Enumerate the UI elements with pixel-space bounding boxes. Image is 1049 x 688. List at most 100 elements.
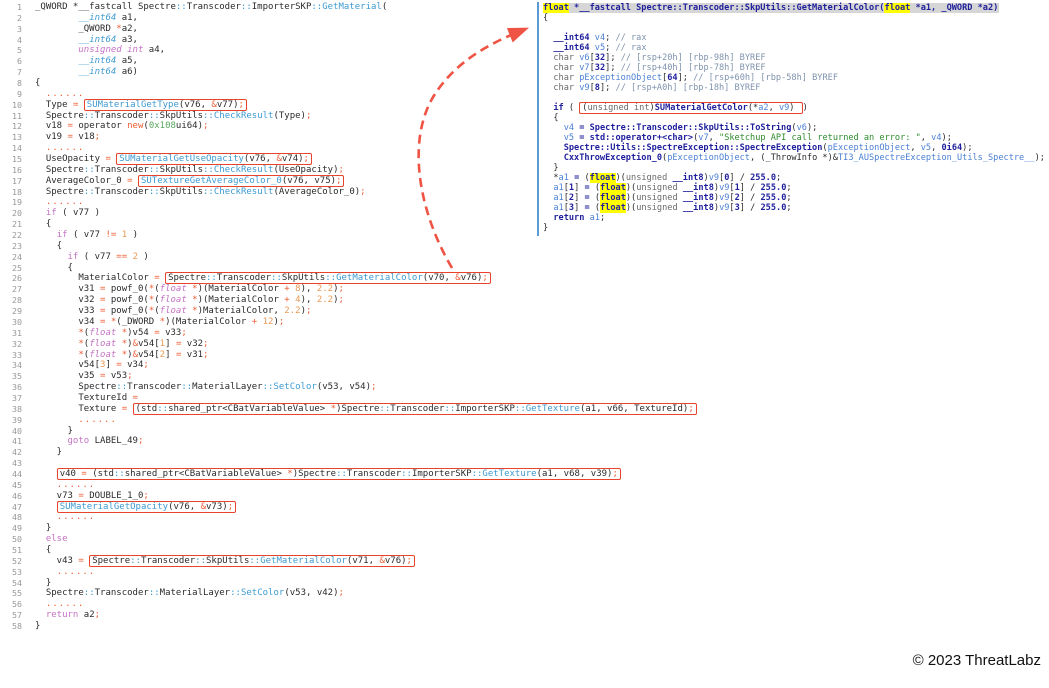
- code-token: GetTexture: [482, 469, 536, 479]
- code-token: ,: [709, 133, 719, 143]
- code-token: TI3_AUSpectreException_Utils_Spectre__: [838, 153, 1035, 163]
- code-line: Spectre::Utils::SpectreException::Spectr…: [543, 143, 1049, 153]
- code-text: Spectre::Transcoder::MaterialLayer::SetC…: [35, 382, 376, 393]
- code-token: v31: [181, 350, 203, 360]
- code-token: float: [543, 3, 569, 13]
- code-token: [35, 252, 68, 262]
- code-token: ;: [360, 187, 365, 197]
- code-text: TextureId =: [35, 393, 143, 404]
- code-token: a1: [553, 193, 563, 203]
- code-token: ::: [472, 469, 483, 479]
- code-token: [35, 143, 46, 153]
- code-token: else: [46, 534, 68, 544]
- code-token: float: [89, 350, 116, 360]
- code-token: [543, 183, 553, 193]
- code-token: LABEL_49: [89, 436, 138, 446]
- code-token: [35, 610, 46, 620]
- code-token: Spectre: [168, 273, 206, 283]
- code-token: SkpUtils: [160, 187, 203, 197]
- code-token: [543, 33, 553, 43]
- code-token: (v53, v42): [284, 588, 338, 598]
- code-token: ::: [241, 2, 252, 12]
- code-token: ];: [678, 73, 694, 83]
- code-token: ,: [921, 133, 931, 143]
- code-token: _QWORD *__fastcall Spectre: [35, 2, 176, 12]
- code-token: (: [590, 203, 600, 213]
- code-token: ;: [339, 165, 344, 175]
- code-token: ]: [574, 183, 584, 193]
- code-text: __int64 a1,: [35, 13, 138, 24]
- code-token: ::: [116, 382, 127, 392]
- highlight-box: SUMaterialGetUseOpacity(v76, &v74);: [116, 153, 312, 165]
- code-line: 38 Texture = (std::shared_ptr<CBatVariab…: [0, 404, 1049, 415]
- code-token: v74): [282, 154, 304, 164]
- code-token: ::: [149, 111, 160, 121]
- code-token: [35, 480, 57, 490]
- code-token: a2: [78, 610, 94, 620]
- line-number: 47: [0, 502, 35, 513]
- code-token: (v76,: [179, 100, 212, 110]
- code-token: [35, 230, 57, 240]
- code-token: 0i64: [941, 143, 962, 153]
- code-token: );: [962, 143, 972, 153]
- code-token: ::: [203, 111, 214, 121]
- line-number: 24: [0, 252, 35, 263]
- code-text: {: [35, 263, 73, 274]
- line-number: 57: [0, 610, 35, 621]
- code-token: ......: [78, 415, 117, 425]
- code-token: {: [543, 113, 559, 123]
- code-token: ......: [46, 89, 85, 99]
- line-number: 22: [0, 230, 35, 241]
- code-token: ::: [249, 556, 260, 566]
- code-text: if ( v77 ): [35, 208, 100, 219]
- code-line: 36 Spectre::Transcoder::MaterialLayer::S…: [0, 382, 1049, 393]
- code-token: ......: [57, 480, 96, 490]
- code-text: ......: [35, 89, 84, 100]
- code-text: *(float *)v54 = v33;: [35, 328, 187, 339]
- code-text: ......: [35, 512, 95, 523]
- code-line: *a1 = (float)(unsigned __int8)v9[0] / 25…: [543, 173, 1049, 183]
- code-token: v4: [595, 33, 605, 43]
- line-number: 58: [0, 621, 35, 632]
- code-token: v34: [122, 360, 144, 370]
- code-token: powf_0(: [105, 284, 148, 294]
- code-token: {: [35, 241, 62, 251]
- line-number: 52: [0, 556, 35, 567]
- code-token: [35, 469, 57, 479]
- line-number: 44: [0, 469, 35, 480]
- code-token: *: [543, 173, 559, 183]
- code-token: ::: [230, 588, 241, 598]
- code-line: 24 if ( v77 == 2 ): [0, 252, 1049, 263]
- code-token: v5: [921, 143, 931, 153]
- code-token: 32: [595, 63, 605, 73]
- line-number: 41: [0, 436, 35, 447]
- code-token: 2.2: [284, 306, 300, 316]
- code-text: AverageColor_0 = SUTextureGetAverageColo…: [35, 176, 344, 187]
- code-token: SkpUtils: [282, 273, 325, 283]
- code-token: [35, 502, 57, 512]
- code-token: Spectre: [92, 556, 130, 566]
- code-token: )MaterialColor,: [198, 306, 285, 316]
- code-token: SUMaterialGetColor: [655, 103, 748, 113]
- code-token: ::: [336, 469, 347, 479]
- highlight-box: (std::shared_ptr<CBatVariableValue> *)Sp…: [133, 403, 697, 415]
- line-number: 17: [0, 176, 35, 187]
- code-token: v6: [579, 53, 589, 63]
- code-token: Transcoder: [95, 165, 149, 175]
- code-token: DOUBLE_1_0: [84, 491, 144, 501]
- code-token: [35, 56, 78, 66]
- code-token: v54[: [138, 339, 160, 349]
- line-number: 1: [0, 2, 35, 13]
- code-token: // [rsp+A0h] [rbp-18h] BYREF: [616, 83, 761, 93]
- code-token: Transcoder: [141, 556, 195, 566]
- code-token: ;: [239, 100, 244, 110]
- code-token: 2.2: [317, 284, 333, 294]
- code-token: (a1, v68, v39): [537, 469, 613, 479]
- line-number: 14: [0, 143, 35, 154]
- code-line: v4 = Spectre::Transcoder::SkpUtils::ToSt…: [543, 123, 1049, 133]
- code-token: (*: [748, 103, 758, 113]
- line-number: 29: [0, 306, 35, 317]
- line-number: 37: [0, 393, 35, 404]
- code-text: v34 = *(_DWORD *)(MaterialColor + 12);: [35, 317, 284, 328]
- code-token: [35, 567, 57, 577]
